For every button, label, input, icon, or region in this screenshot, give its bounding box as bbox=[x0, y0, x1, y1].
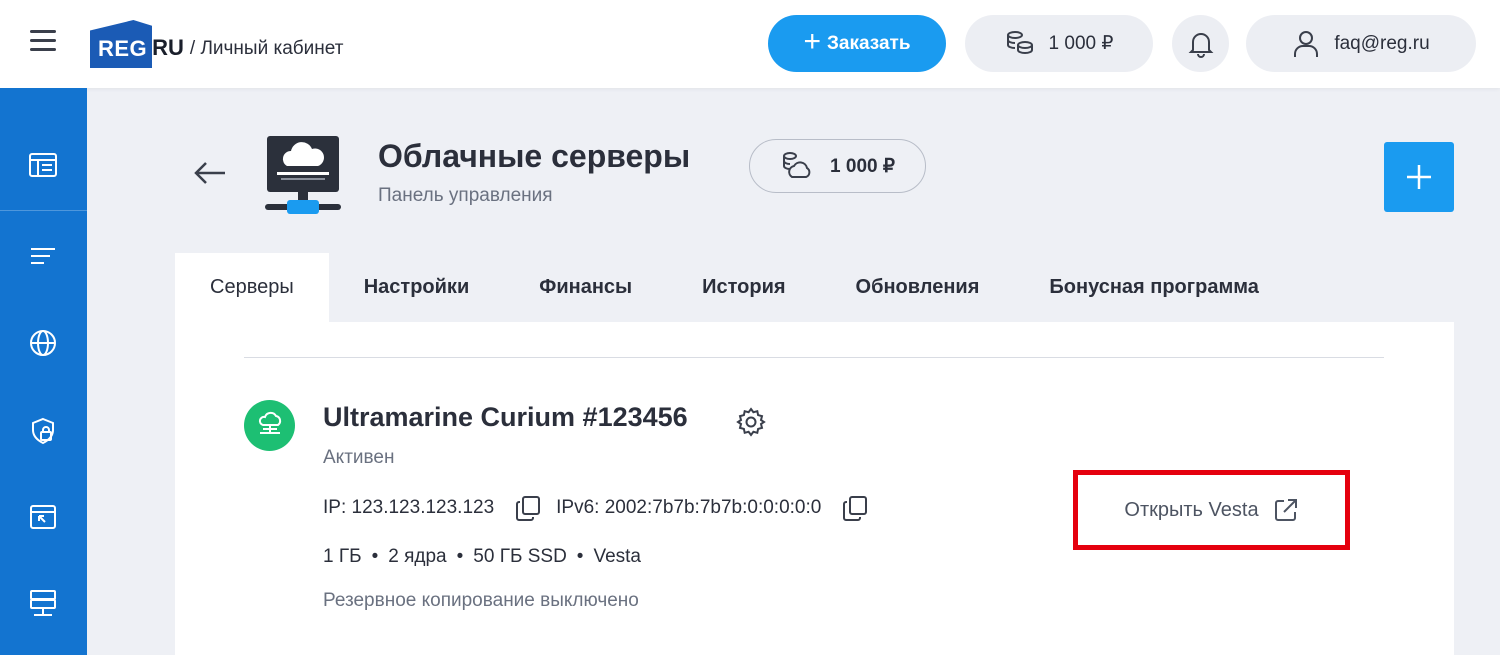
servers-panel: Ultramarine Curium #123456 Активен IP: 1… bbox=[175, 322, 1454, 655]
order-button[interactable]: + Заказать bbox=[768, 15, 946, 72]
server-status-icon bbox=[244, 400, 295, 451]
service-balance-amount: 1 000 ₽ bbox=[830, 155, 895, 177]
ssl-lock-icon[interactable] bbox=[28, 416, 58, 446]
tab-history[interactable]: История bbox=[667, 253, 820, 322]
page-subtitle: Панель управления bbox=[378, 185, 553, 206]
tab-finances[interactable]: Финансы bbox=[504, 253, 667, 322]
copy-ipv6-icon[interactable] bbox=[841, 494, 869, 522]
cloud-server-logo-icon bbox=[263, 136, 343, 218]
tab-bonus-program[interactable]: Бонусная программа bbox=[1014, 253, 1293, 322]
spec-panel: Vesta bbox=[593, 546, 641, 567]
add-server-button[interactable] bbox=[1384, 142, 1454, 212]
left-sidebar bbox=[0, 88, 87, 655]
ipv6-address: IPv6: 2002:7b7b:7b7b:0:0:0:0:0 bbox=[556, 497, 822, 518]
top-header: REG .RU / Личный кабинет + Заказать 1 00… bbox=[0, 0, 1500, 88]
spec-ram: 1 ГБ bbox=[323, 546, 362, 567]
user-icon bbox=[1294, 30, 1319, 57]
plus-icon bbox=[1407, 165, 1431, 189]
list-icon[interactable] bbox=[28, 242, 58, 272]
user-account-button[interactable]: faq@reg.ru bbox=[1246, 15, 1476, 72]
site-builder-icon[interactable] bbox=[28, 502, 58, 532]
reg-ru-logo[interactable]: REG .RU / Личный кабинет bbox=[90, 20, 343, 68]
backup-status: Резервное копирование выключено bbox=[323, 590, 639, 611]
gear-icon[interactable] bbox=[735, 406, 767, 438]
breadcrumb[interactable]: / Личный кабинет bbox=[190, 38, 344, 60]
open-vesta-label: Открыть Vesta bbox=[1124, 498, 1259, 521]
spec-separator: • bbox=[576, 546, 584, 567]
server-status-text: Активен bbox=[323, 447, 395, 468]
tab-settings[interactable]: Настройки bbox=[329, 253, 505, 322]
open-vesta-button[interactable]: Открыть Vesta bbox=[1073, 470, 1350, 550]
tab-updates[interactable]: Обновления bbox=[821, 253, 1015, 322]
service-balance-badge[interactable]: 1 000 ₽ bbox=[749, 139, 926, 193]
server-icon[interactable] bbox=[28, 588, 58, 618]
spec-disk: 50 ГБ SSD bbox=[473, 546, 567, 567]
plus-icon: + bbox=[803, 25, 821, 58]
ipv4-address: IP: 123.123.123.123 bbox=[323, 497, 495, 518]
tabs-bar: Серверы Настройки Финансы История Обновл… bbox=[175, 253, 1294, 322]
server-name[interactable]: Ultramarine Curium #123456 bbox=[323, 402, 688, 433]
spec-separator: • bbox=[456, 546, 464, 567]
dashboard-icon[interactable] bbox=[28, 150, 58, 180]
bell-icon bbox=[1188, 32, 1213, 58]
menu-burger-icon[interactable] bbox=[30, 30, 56, 54]
divider bbox=[244, 357, 1384, 358]
balance-button[interactable]: 1 000 ₽ bbox=[965, 15, 1153, 72]
page-title: Облачные серверы bbox=[378, 138, 691, 174]
globe-icon[interactable] bbox=[28, 328, 58, 358]
sidebar-divider bbox=[0, 210, 87, 211]
coins-icon bbox=[783, 152, 811, 178]
logo-mark: REG bbox=[90, 20, 156, 68]
server-specs: 1 ГБ • 2 ядра • 50 ГБ SSD • Vesta bbox=[323, 546, 641, 568]
spec-separator: • bbox=[371, 546, 379, 567]
external-link-icon bbox=[1274, 499, 1297, 521]
logo-text-reg: REG bbox=[98, 36, 148, 61]
spec-cpu: 2 ядра bbox=[388, 546, 447, 567]
notifications-button[interactable] bbox=[1172, 15, 1229, 72]
back-arrow-icon[interactable] bbox=[193, 160, 227, 186]
user-email: faq@reg.ru bbox=[1334, 32, 1430, 54]
tab-servers[interactable]: Серверы bbox=[175, 253, 329, 322]
order-button-label: Заказать bbox=[827, 32, 911, 54]
balance-amount: 1 000 ₽ bbox=[1048, 33, 1114, 54]
copy-ipv4-icon[interactable] bbox=[514, 494, 542, 522]
ip-row: IP: 123.123.123.123 IPv6: 2002:7b7b:7b7b… bbox=[323, 494, 883, 522]
coins-icon bbox=[1006, 30, 1033, 54]
